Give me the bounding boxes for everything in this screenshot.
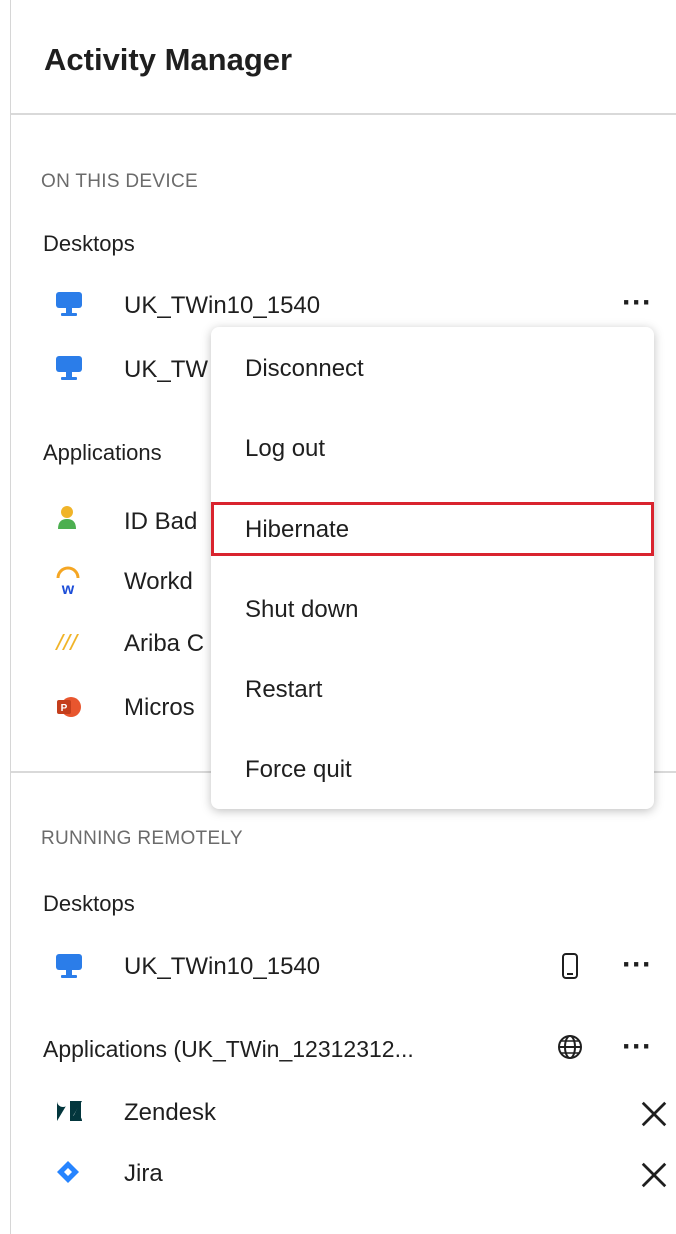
menu-item-force-quit[interactable]: Force quit [211, 742, 654, 796]
section-label-on-device: ON THIS DEVICE [41, 171, 198, 192]
page-title: Activity Manager [44, 42, 293, 77]
ariba-icon [55, 634, 79, 650]
monitor-icon [56, 292, 82, 316]
close-icon[interactable] [639, 1099, 669, 1129]
group-label-desktops: Desktops [43, 231, 135, 256]
jira-icon [57, 1161, 79, 1183]
menu-item-label: Shut down [245, 596, 359, 623]
mobile-device-icon[interactable] [561, 952, 579, 980]
menu-item-label: Restart [245, 676, 323, 703]
menu-item-label: Force quit [245, 756, 352, 783]
menu-item-disconnect[interactable]: Disconnect [211, 341, 654, 395]
more-options-button[interactable]: ··· [617, 1032, 657, 1070]
menu-item-hibernate[interactable]: Hibernate [211, 502, 654, 556]
menu-item-restart[interactable]: Restart [211, 662, 654, 716]
menu-item-shut-down[interactable]: Shut down [211, 582, 654, 636]
group-label-desktops: Desktops [43, 891, 135, 916]
workday-icon: w [56, 566, 80, 596]
desktop-context-menu: Disconnect Log out Hibernate Shut down R… [211, 327, 654, 809]
svg-text:w: w [61, 581, 75, 596]
globe-icon[interactable] [557, 1034, 583, 1060]
more-options-button[interactable]: ··· [617, 288, 657, 326]
application-name: Ariba C [124, 630, 205, 657]
group-label-remote-applications: Applications (UK_TWin_12312312... [43, 1036, 414, 1062]
desktop-name: UK_TW [124, 356, 208, 383]
desktop-name: UK_TWin10_1540 [124, 292, 321, 319]
menu-item-label: Disconnect [245, 355, 364, 382]
menu-item-log-out[interactable]: Log out [211, 421, 654, 475]
more-options-button[interactable]: ··· [617, 950, 657, 988]
powerpoint-icon: P [57, 697, 81, 717]
menu-item-label: Hibernate [245, 516, 350, 543]
desktop-name: UK_TWin10_1540 [124, 953, 321, 980]
application-name: Jira [124, 1160, 163, 1187]
activity-manager-panel: Activity Manager ON THIS DEVICE Desktops… [10, 0, 676, 1234]
application-name: Workd [124, 568, 193, 595]
menu-item-label: Log out [245, 435, 326, 462]
close-icon[interactable] [639, 1160, 669, 1190]
section-label-running-remotely: RUNNING REMOTELY [41, 828, 243, 849]
group-label-applications: Applications [43, 440, 162, 465]
id-badge-icon [58, 506, 76, 529]
application-name: Zendesk [124, 1099, 217, 1126]
header-divider [11, 113, 676, 115]
monitor-icon [56, 356, 82, 380]
svg-text:P: P [61, 703, 68, 714]
zendesk-icon [57, 1101, 82, 1121]
application-name: ID Bad [124, 508, 198, 535]
application-name: Micros [124, 694, 195, 721]
monitor-icon [56, 954, 82, 978]
